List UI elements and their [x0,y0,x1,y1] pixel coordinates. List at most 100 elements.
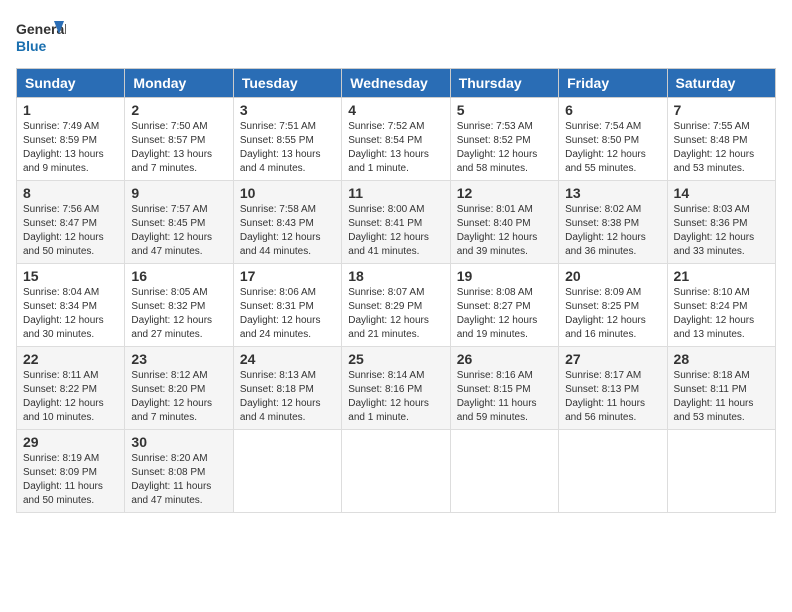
calendar-cell: 15 Sunrise: 8:04 AM Sunset: 8:34 PM Dayli… [17,264,125,347]
day-info: Sunrise: 8:07 AM Sunset: 8:29 PM Dayligh… [348,286,443,342]
day-number: 4 [348,102,443,118]
calendar-cell: 9 Sunrise: 7:57 AM Sunset: 8:45 PM Daylig… [125,181,233,264]
calendar-header-row: SundayMondayTuesdayWednesdayThursdayFrid… [17,69,776,98]
day-info: Sunrise: 8:09 AM Sunset: 8:25 PM Dayligh… [565,286,660,342]
calendar-cell [233,430,341,513]
day-info: Sunrise: 8:20 AM Sunset: 8:08 PM Dayligh… [131,452,226,508]
day-info: Sunrise: 8:02 AM Sunset: 8:38 PM Dayligh… [565,203,660,259]
calendar-cell: 29 Sunrise: 8:19 AM Sunset: 8:09 PM Dayli… [17,430,125,513]
day-info: Sunrise: 8:01 AM Sunset: 8:40 PM Dayligh… [457,203,552,259]
header-saturday: Saturday [667,69,775,98]
day-number: 22 [23,351,118,367]
calendar-cell: 30 Sunrise: 8:20 AM Sunset: 8:08 PM Dayli… [125,430,233,513]
day-info: Sunrise: 8:00 AM Sunset: 8:41 PM Dayligh… [348,203,443,259]
day-info: Sunrise: 8:17 AM Sunset: 8:13 PM Dayligh… [565,369,660,425]
calendar-cell: 20 Sunrise: 8:09 AM Sunset: 8:25 PM Dayli… [559,264,667,347]
calendar-cell: 3 Sunrise: 7:51 AM Sunset: 8:55 PM Daylig… [233,98,341,181]
day-info: Sunrise: 7:54 AM Sunset: 8:50 PM Dayligh… [565,120,660,176]
calendar-cell: 26Sunrise: 8:16 AM Sunset: 8:15 PM Dayli… [450,347,558,430]
day-info: Sunrise: 7:57 AM Sunset: 8:45 PM Dayligh… [131,203,226,259]
day-info: Sunrise: 7:49 AM Sunset: 8:59 PM Dayligh… [23,120,118,176]
calendar-cell: 1 Sunrise: 7:49 AM Sunset: 8:59 PM Daylig… [17,98,125,181]
header: GeneralBlue [16,16,776,60]
day-number: 9 [131,185,226,201]
day-number: 17 [240,268,335,284]
day-number: 8 [23,185,118,201]
day-number: 7 [674,102,769,118]
day-number: 28 [674,351,769,367]
calendar-cell: 7 Sunrise: 7:55 AM Sunset: 8:48 PM Daylig… [667,98,775,181]
day-number: 1 [23,102,118,118]
calendar-cell: 14 Sunrise: 8:03 AM Sunset: 8:36 PM Dayli… [667,181,775,264]
day-number: 20 [565,268,660,284]
calendar-cell [450,430,558,513]
day-number: 19 [457,268,552,284]
calendar-cell: 12 Sunrise: 8:01 AM Sunset: 8:40 PM Dayli… [450,181,558,264]
day-number: 15 [23,268,118,284]
day-info: Sunrise: 7:51 AM Sunset: 8:55 PM Dayligh… [240,120,335,176]
day-info: Sunrise: 8:05 AM Sunset: 8:32 PM Dayligh… [131,286,226,342]
day-info: Sunrise: 8:14 AM Sunset: 8:16 PM Dayligh… [348,369,443,425]
day-info: Sunrise: 7:55 AM Sunset: 8:48 PM Dayligh… [674,120,769,176]
calendar-cell: 25 Sunrise: 8:14 AM Sunset: 8:16 PM Dayli… [342,347,450,430]
day-info: Sunrise: 8:16 AM Sunset: 8:15 PM Dayligh… [457,369,552,425]
calendar-cell: 2 Sunrise: 7:50 AM Sunset: 8:57 PM Daylig… [125,98,233,181]
day-number: 24 [240,351,335,367]
calendar-cell: 21 Sunrise: 8:10 AM Sunset: 8:24 PM Dayli… [667,264,775,347]
day-number: 11 [348,185,443,201]
header-thursday: Thursday [450,69,558,98]
svg-text:Blue: Blue [16,38,47,54]
day-info: Sunrise: 8:10 AM Sunset: 8:24 PM Dayligh… [674,286,769,342]
calendar-cell: 23 Sunrise: 8:12 AM Sunset: 8:20 PM Dayli… [125,347,233,430]
day-info: Sunrise: 7:50 AM Sunset: 8:57 PM Dayligh… [131,120,226,176]
calendar-cell: 27 Sunrise: 8:17 AM Sunset: 8:13 PM Dayli… [559,347,667,430]
day-info: Sunrise: 7:52 AM Sunset: 8:54 PM Dayligh… [348,120,443,176]
calendar-cell: 16Sunrise: 8:05 AM Sunset: 8:32 PM Dayli… [125,264,233,347]
day-info: Sunrise: 8:11 AM Sunset: 8:22 PM Dayligh… [23,369,118,425]
calendar-cell: 6Sunrise: 7:54 AM Sunset: 8:50 PM Daylig… [559,98,667,181]
day-number: 14 [674,185,769,201]
day-info: Sunrise: 8:19 AM Sunset: 8:09 PM Dayligh… [23,452,118,508]
calendar-cell: 11 Sunrise: 8:00 AM Sunset: 8:41 PM Dayli… [342,181,450,264]
day-info: Sunrise: 8:12 AM Sunset: 8:20 PM Dayligh… [131,369,226,425]
header-tuesday: Tuesday [233,69,341,98]
day-number: 21 [674,268,769,284]
header-friday: Friday [559,69,667,98]
day-number: 2 [131,102,226,118]
day-number: 18 [348,268,443,284]
header-monday: Monday [125,69,233,98]
calendar-cell [667,430,775,513]
day-number: 13 [565,185,660,201]
logo-svg: GeneralBlue [16,16,66,60]
day-number: 12 [457,185,552,201]
calendar-cell: 13 Sunrise: 8:02 AM Sunset: 8:38 PM Dayli… [559,181,667,264]
day-number: 5 [457,102,552,118]
day-info: Sunrise: 7:58 AM Sunset: 8:43 PM Dayligh… [240,203,335,259]
calendar-cell: 19Sunrise: 8:08 AM Sunset: 8:27 PM Dayli… [450,264,558,347]
logo: GeneralBlue [16,16,66,60]
calendar-cell: 4 Sunrise: 7:52 AM Sunset: 8:54 PM Daylig… [342,98,450,181]
calendar-cell: 5 Sunrise: 7:53 AM Sunset: 8:52 PM Daylig… [450,98,558,181]
day-info: Sunrise: 8:03 AM Sunset: 8:36 PM Dayligh… [674,203,769,259]
calendar-cell: 28 Sunrise: 8:18 AM Sunset: 8:11 PM Dayli… [667,347,775,430]
calendar-cell [342,430,450,513]
day-number: 30 [131,434,226,450]
day-number: 29 [23,434,118,450]
header-wednesday: Wednesday [342,69,450,98]
calendar-cell: 24 Sunrise: 8:13 AM Sunset: 8:18 PM Dayli… [233,347,341,430]
day-number: 27 [565,351,660,367]
calendar-cell: 10 Sunrise: 7:58 AM Sunset: 8:43 PM Dayli… [233,181,341,264]
calendar-cell: 8 Sunrise: 7:56 AM Sunset: 8:47 PM Daylig… [17,181,125,264]
day-number: 23 [131,351,226,367]
header-sunday: Sunday [17,69,125,98]
calendar-cell: 18 Sunrise: 8:07 AM Sunset: 8:29 PM Dayli… [342,264,450,347]
day-info: Sunrise: 8:13 AM Sunset: 8:18 PM Dayligh… [240,369,335,425]
day-number: 10 [240,185,335,201]
day-info: Sunrise: 8:06 AM Sunset: 8:31 PM Dayligh… [240,286,335,342]
day-info: Sunrise: 7:53 AM Sunset: 8:52 PM Dayligh… [457,120,552,176]
day-info: Sunrise: 7:56 AM Sunset: 8:47 PM Dayligh… [23,203,118,259]
day-number: 3 [240,102,335,118]
day-info: Sunrise: 8:04 AM Sunset: 8:34 PM Dayligh… [23,286,118,342]
day-info: Sunrise: 8:18 AM Sunset: 8:11 PM Dayligh… [674,369,769,425]
day-number: 25 [348,351,443,367]
